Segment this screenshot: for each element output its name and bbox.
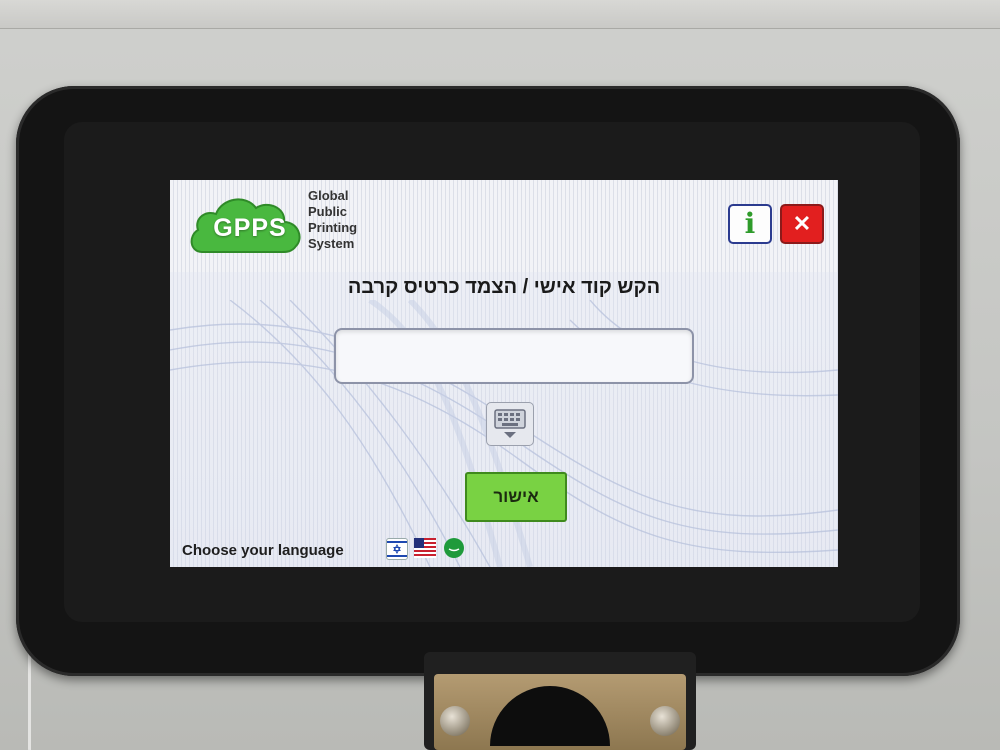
instruction-prompt: הקש קוד אישי / הצמד כרטיס קרבה bbox=[347, 276, 661, 298]
personal-code-input[interactable] bbox=[334, 328, 694, 384]
brand-line-printing: Printing bbox=[308, 220, 358, 235]
brand-line-public: Public bbox=[308, 204, 348, 219]
arabic-flag-graphic bbox=[445, 539, 463, 557]
wall-panel bbox=[0, 0, 1000, 29]
brand-line-global: Global bbox=[308, 188, 349, 203]
kiosk-screen: GPPS Global Public Printing System i ✕ ה… bbox=[170, 180, 838, 567]
close-button[interactable]: ✕ bbox=[780, 204, 824, 244]
keyboard-icon bbox=[494, 409, 526, 438]
screw bbox=[440, 706, 470, 736]
hebrew-flag-icon[interactable] bbox=[386, 538, 408, 560]
language-label: Choose your language bbox=[182, 542, 344, 559]
logo-text: GPPS bbox=[213, 214, 287, 242]
screw bbox=[650, 706, 680, 736]
confirm-button[interactable]: אישור bbox=[465, 472, 567, 522]
keyboard-toggle-button[interactable] bbox=[486, 402, 534, 446]
brand-name: Global Public Printing System bbox=[308, 188, 357, 252]
card-reader-mount bbox=[424, 652, 696, 750]
usa-flag-graphic bbox=[414, 538, 436, 558]
us-flag-icon[interactable] bbox=[414, 538, 436, 558]
arabic-flag-icon[interactable] bbox=[444, 538, 464, 558]
info-button[interactable]: i bbox=[728, 204, 772, 244]
israel-flag-graphic bbox=[387, 541, 407, 557]
brand-line-system: System bbox=[308, 236, 355, 251]
